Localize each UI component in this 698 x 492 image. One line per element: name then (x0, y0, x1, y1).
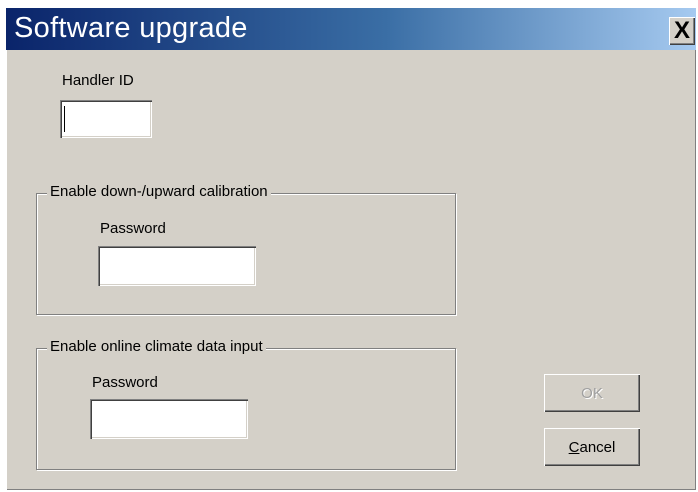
climate-password-label: Password (92, 374, 158, 391)
software-upgrade-dialog: Software upgrade X Handler ID Enable dow… (6, 8, 696, 490)
close-button[interactable]: X (669, 17, 695, 45)
climate-group-legend: Enable online climate data input (47, 338, 266, 355)
title-bar[interactable]: Software upgrade X (6, 8, 696, 50)
calibration-password-input[interactable] (98, 246, 256, 286)
close-icon: X (673, 17, 690, 44)
handler-id-label: Handler ID (62, 72, 134, 89)
ok-button-label: OK (581, 384, 603, 402)
cancel-button-label: Cancel (568, 438, 616, 456)
ok-button[interactable]: OK (544, 374, 640, 412)
calibration-group-legend: Enable down-/upward calibration (47, 183, 271, 200)
cancel-button[interactable]: Cancel (544, 428, 640, 466)
text-caret (64, 106, 65, 132)
dialog-title: Software upgrade (14, 12, 248, 44)
calibration-password-label: Password (100, 220, 166, 237)
handler-id-input[interactable] (60, 100, 152, 138)
climate-password-input[interactable] (90, 399, 248, 439)
